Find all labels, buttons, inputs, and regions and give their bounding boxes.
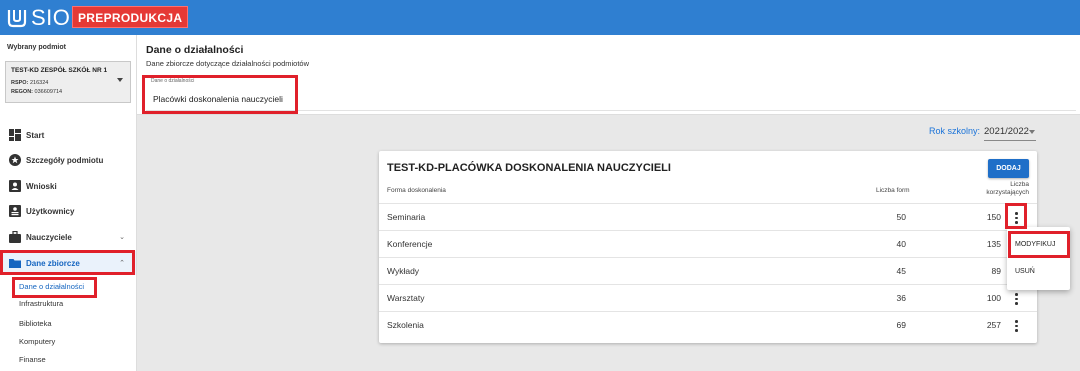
divider — [146, 110, 1076, 111]
more-vert-icon[interactable] — [1012, 292, 1020, 305]
id-badge-icon — [9, 205, 21, 217]
select-underline — [984, 140, 1036, 141]
selected-entity-caption: Wybrany podmiot — [7, 44, 66, 51]
cell-count: 45 — [896, 266, 906, 276]
cell-form: Wykłady — [387, 266, 420, 276]
sidebar: Wybrany podmiot TEST-KD ZESPÓŁ SZKÓŁ NR … — [0, 35, 137, 371]
more-vert-icon[interactable] — [1012, 319, 1020, 332]
chevron-up-icon: ⌃ — [119, 260, 125, 267]
entity-regon: REGON: 036609714 — [11, 89, 63, 95]
chevron-down-icon — [117, 78, 123, 82]
table-row: Warsztaty 36 100 — [379, 284, 1037, 311]
subnav-item-activity-data[interactable]: Dane o działalności — [19, 282, 84, 291]
person-card-icon — [9, 180, 21, 192]
column-header-users: Liczba korzystających — [986, 181, 1029, 196]
column-header-count: Liczba form — [876, 187, 910, 194]
entity-selector[interactable]: TEST-KD ZESPÓŁ SZKÓŁ NR 1 RSPO: 216324 R… — [5, 61, 131, 103]
folder-icon — [9, 259, 21, 268]
cell-form: Konferencje — [387, 239, 433, 249]
card-title: TEST-KD-PLACÓWKA DOSKONALENIA NAUCZYCIEL… — [387, 162, 671, 174]
sidebar-item-label: Dane zbiorcze — [26, 258, 80, 268]
logo-text: SIO — [31, 4, 71, 30]
star-badge-icon — [9, 154, 21, 166]
table-row: Seminaria 50 150 — [379, 203, 1037, 230]
institution-card: TEST-KD-PLACÓWKA DOSKONALENIA NAUCZYCIEL… — [379, 151, 1037, 343]
chevron-down-icon: ⌄ — [119, 234, 125, 241]
delete-menu-item[interactable]: USUŃ — [1015, 268, 1035, 275]
activity-type-select[interactable]: Placówki doskonalenia nauczycieli — [153, 94, 283, 104]
dashboard-icon — [9, 129, 21, 141]
top-app-bar: SIO PREPRODUKCJA — [0, 0, 1080, 35]
table-row: Szkolenia 69 257 — [379, 311, 1037, 338]
cell-form: Szkolenia — [387, 320, 424, 330]
sidebar-item-applications[interactable]: Wnioski — [0, 174, 136, 198]
column-header-form: Forma doskonalenia — [387, 187, 446, 194]
environment-badge: PREPRODUKCJA — [72, 6, 189, 28]
cell-users: 89 — [991, 266, 1001, 276]
cell-form: Seminaria — [387, 212, 426, 222]
modify-menu-item[interactable]: MODYFIKUJ — [1015, 241, 1055, 248]
subnav-item-computers[interactable]: Komputery — [19, 337, 55, 346]
sidebar-item-label: Szczegóły podmiotu — [26, 155, 104, 165]
subnav-item-finance[interactable]: Finanse — [19, 355, 46, 364]
sidebar-item-teachers[interactable]: Nauczyciele ⌄ — [0, 225, 136, 249]
subnav-item-library[interactable]: Biblioteka — [19, 319, 52, 328]
sidebar-item-label: Wnioski — [26, 181, 57, 191]
cell-form: Warsztaty — [387, 293, 425, 303]
cell-users: 135 — [986, 239, 1001, 249]
entity-rspo: RSPO: 216324 — [11, 80, 49, 86]
sidebar-item-label: Nauczyciele — [26, 232, 72, 242]
sidebar-item-users[interactable]: Użytkownicy — [0, 199, 136, 223]
sidebar-item-label: Start — [26, 130, 45, 140]
sio-logo-icon — [7, 9, 27, 27]
cell-users: 257 — [986, 320, 1001, 330]
page-subtitle: Dane zbiorcze dotyczące działalności pod… — [146, 59, 310, 68]
cell-count: 69 — [896, 320, 906, 330]
entity-name: TEST-KD ZESPÓŁ SZKÓŁ NR 1 — [11, 67, 108, 74]
row-context-menu: MODYFIKUJ USUŃ — [1007, 227, 1070, 290]
cell-users: 150 — [986, 212, 1001, 222]
table-row: Wykłady 45 89 — [379, 257, 1037, 284]
school-year-label: Rok szkolny: — [929, 126, 981, 136]
cell-users: 100 — [986, 293, 1001, 303]
sidebar-item-start[interactable]: Start — [0, 123, 136, 147]
chevron-down-icon[interactable] — [1029, 130, 1035, 134]
subnav-item-infrastructure[interactable]: Infrastruktura — [19, 299, 63, 308]
activity-type-select-caption: Dane o działalności — [151, 78, 195, 84]
school-year-select[interactable]: 2021/2022 — [984, 126, 1029, 137]
briefcase-icon — [9, 231, 21, 243]
page-title: Dane o działalności — [146, 44, 244, 56]
cell-count: 50 — [896, 212, 906, 222]
cell-count: 40 — [896, 239, 906, 249]
table-row: Konferencje 40 135 — [379, 230, 1037, 257]
add-button[interactable]: DODAJ — [988, 159, 1029, 178]
more-vert-icon[interactable] — [1012, 211, 1020, 224]
sidebar-item-label: Użytkownicy — [26, 206, 75, 216]
page-header: Dane o działalności Dane zbiorcze dotycz… — [137, 35, 1080, 115]
cell-count: 36 — [896, 293, 906, 303]
sidebar-item-entity-details[interactable]: Szczegóły podmiotu — [0, 148, 136, 172]
sidebar-item-aggregate-data[interactable]: Dane zbiorcze ⌃ — [0, 251, 136, 275]
app-logo[interactable]: SIO — [6, 5, 70, 30]
